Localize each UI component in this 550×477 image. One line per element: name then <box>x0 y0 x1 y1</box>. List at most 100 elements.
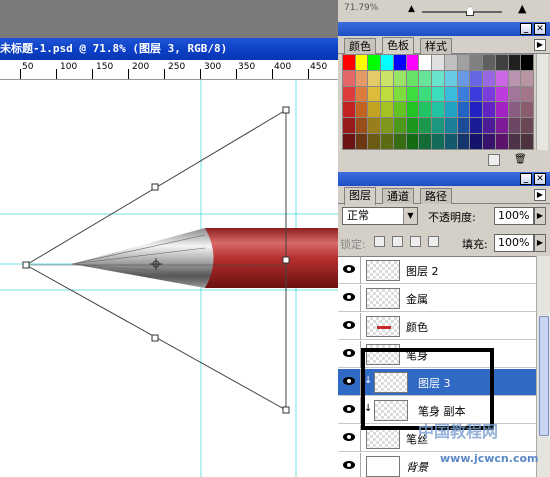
swatch[interactable] <box>343 55 355 70</box>
swatch[interactable] <box>495 70 508 86</box>
swatch[interactable] <box>521 55 533 70</box>
swatch[interactable] <box>495 86 508 102</box>
blend-mode-select[interactable]: 正常 ▼ <box>342 207 418 225</box>
layers-panel-header[interactable]: _ ✕ <box>338 172 550 186</box>
swatch[interactable] <box>444 118 457 134</box>
eye-icon[interactable] <box>343 293 355 301</box>
swatch[interactable] <box>381 70 393 86</box>
eye-icon[interactable] <box>343 461 355 469</box>
swatches-panel-header[interactable]: _ ✕ <box>338 22 550 36</box>
panel-menu-icon[interactable]: ▶ <box>534 189 546 201</box>
swatch[interactable] <box>355 118 368 134</box>
swatch[interactable] <box>419 70 432 86</box>
swatch[interactable] <box>381 55 393 70</box>
zoom-out-icon[interactable]: ▲ <box>408 4 415 14</box>
swatch[interactable] <box>470 134 483 149</box>
swatch[interactable] <box>432 118 444 134</box>
swatch[interactable] <box>368 102 381 118</box>
swatch[interactable] <box>483 86 495 102</box>
swatch[interactable] <box>419 55 432 70</box>
swatch[interactable] <box>368 70 381 86</box>
swatch[interactable] <box>495 102 508 118</box>
close-icon[interactable]: ✕ <box>534 173 546 185</box>
swatch[interactable] <box>432 134 444 149</box>
swatch[interactable] <box>381 118 393 134</box>
swatch[interactable] <box>521 118 533 134</box>
swatch[interactable] <box>355 55 368 70</box>
swatch[interactable] <box>495 118 508 134</box>
swatch[interactable] <box>470 70 483 86</box>
zoom-slider-thumb[interactable] <box>466 6 474 16</box>
swatch[interactable] <box>521 86 533 102</box>
lock-image-icon[interactable] <box>392 236 403 247</box>
swatch[interactable] <box>419 134 432 149</box>
horizontal-ruler[interactable]: 50 100 150 200 250 300 350 400 450 <box>0 60 338 80</box>
close-icon[interactable]: ✕ <box>534 23 546 35</box>
swatch[interactable] <box>495 55 508 70</box>
minimize-icon[interactable]: _ <box>520 173 532 185</box>
zoom-value[interactable]: 71.79% <box>344 3 384 17</box>
swatch[interactable] <box>457 55 470 70</box>
swatch[interactable] <box>508 86 521 102</box>
minimize-icon[interactable]: _ <box>520 23 532 35</box>
layers-scrollbar[interactable] <box>536 256 550 477</box>
lock-transparency-icon[interactable] <box>374 236 385 247</box>
swatch[interactable] <box>355 86 368 102</box>
swatch[interactable] <box>470 55 483 70</box>
swatch[interactable] <box>483 102 495 118</box>
swatch[interactable] <box>368 118 381 134</box>
fill-arrow-icon[interactable]: ▶ <box>534 234 546 252</box>
swatch[interactable] <box>393 118 406 134</box>
document-titlebar[interactable]: 未标题-1.psd @ 71.8% (图层 3, RGB/8) <box>0 38 338 60</box>
swatch[interactable] <box>343 70 355 86</box>
swatch[interactable] <box>521 134 533 149</box>
swatch[interactable] <box>406 55 419 70</box>
swatch[interactable] <box>508 70 521 86</box>
swatch[interactable] <box>393 134 406 149</box>
swatch[interactable] <box>457 86 470 102</box>
swatch[interactable] <box>457 118 470 134</box>
panel-menu-icon[interactable]: ▶ <box>534 39 546 51</box>
swatch[interactable] <box>355 134 368 149</box>
swatch[interactable] <box>457 102 470 118</box>
swatch[interactable] <box>381 86 393 102</box>
swatch[interactable] <box>343 102 355 118</box>
swatch[interactable] <box>508 102 521 118</box>
swatch[interactable] <box>355 102 368 118</box>
swatch[interactable] <box>521 70 533 86</box>
swatch[interactable] <box>432 86 444 102</box>
swatch[interactable] <box>470 86 483 102</box>
opacity-arrow-icon[interactable]: ▶ <box>534 207 546 225</box>
fill-input[interactable]: 100% <box>494 234 534 252</box>
swatch[interactable] <box>508 118 521 134</box>
swatch[interactable] <box>444 70 457 86</box>
swatch[interactable] <box>508 55 521 70</box>
tab-color[interactable]: 颜色 <box>344 38 376 54</box>
swatch[interactable] <box>381 102 393 118</box>
swatch[interactable] <box>406 102 419 118</box>
swatch[interactable] <box>368 134 381 149</box>
new-swatch-icon[interactable] <box>488 154 500 166</box>
lock-position-icon[interactable] <box>410 236 421 247</box>
swatch[interactable] <box>419 102 432 118</box>
swatch[interactable] <box>368 55 381 70</box>
chevron-down-icon[interactable]: ▼ <box>403 208 417 224</box>
tab-swatches[interactable]: 色板 <box>382 37 414 55</box>
swatch[interactable] <box>393 70 406 86</box>
layer-row[interactable]: 颜色 <box>338 313 536 340</box>
opacity-input[interactable]: 100% <box>494 207 534 225</box>
swatch[interactable] <box>406 70 419 86</box>
swatch[interactable] <box>343 118 355 134</box>
scrollbar-thumb[interactable] <box>539 316 549 436</box>
swatch[interactable] <box>508 134 521 149</box>
swatch[interactable] <box>406 118 419 134</box>
layer-row[interactable]: 图层 2 <box>338 257 536 284</box>
swatch[interactable] <box>521 102 533 118</box>
eye-icon[interactable] <box>343 433 355 441</box>
swatch[interactable] <box>432 55 444 70</box>
eye-icon[interactable] <box>343 265 355 273</box>
swatch[interactable] <box>393 102 406 118</box>
swatch[interactable] <box>393 86 406 102</box>
swatch[interactable] <box>457 134 470 149</box>
swatch[interactable] <box>444 86 457 102</box>
